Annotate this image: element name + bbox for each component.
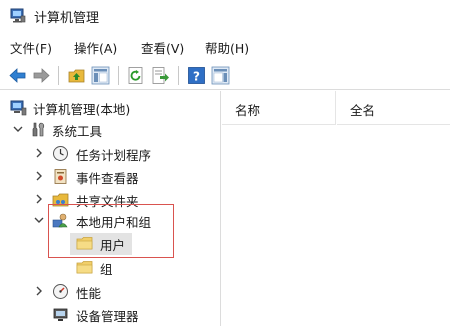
- chevron-right-icon[interactable]: [33, 285, 45, 297]
- help-icon[interactable]: ?: [187, 66, 206, 85]
- highlight-annotation: [48, 204, 174, 258]
- tree-item-performance[interactable]: 性能: [0, 281, 221, 303]
- back-icon[interactable]: [8, 66, 27, 85]
- toolbar-separator: [58, 66, 59, 85]
- action-pane-icon[interactable]: [211, 66, 230, 85]
- toolbar: ?: [0, 60, 450, 90]
- chevron-right-icon[interactable]: [33, 147, 45, 159]
- tree-item-system-tools[interactable]: 系统工具: [0, 119, 221, 141]
- computer-management-icon: [10, 8, 26, 23]
- tree-item-label: 任务计划程序: [76, 148, 152, 163]
- tree-item-label: 组: [100, 262, 113, 277]
- chevron-right-icon[interactable]: [33, 193, 45, 205]
- up-folder-icon[interactable]: [67, 66, 86, 85]
- tree-item-label: 系统工具: [52, 124, 103, 139]
- clock-icon: [53, 146, 68, 161]
- device-manager-icon: [53, 308, 68, 321]
- menu-bar: 文件(F) 操作(A) 查看(V) 帮助(H): [0, 33, 450, 59]
- menu-view[interactable]: 查看(V): [141, 38, 184, 57]
- toolbar-separator: [178, 66, 179, 85]
- chevron-down-icon[interactable]: [12, 123, 24, 135]
- tree-item-label: 计算机管理(本地): [33, 102, 131, 117]
- folder-icon: [76, 261, 93, 274]
- toolbar-separator: [118, 66, 119, 85]
- menu-help[interactable]: 帮助(H): [205, 38, 249, 57]
- chevron-down-icon[interactable]: [33, 214, 45, 226]
- title-bar: 计算机管理: [0, 0, 450, 32]
- tree-item-event-viewer[interactable]: 事件查看器: [0, 166, 221, 188]
- list-pane: 名称 全名: [222, 91, 450, 326]
- export-list-icon[interactable]: [151, 66, 170, 85]
- tree-item-computer-management[interactable]: 计算机管理(本地): [0, 97, 221, 119]
- computer-management-icon: [10, 100, 27, 116]
- tree-item-device-manager[interactable]: 设备管理器: [0, 304, 221, 326]
- show-hide-tree-icon[interactable]: [91, 66, 110, 85]
- column-header-full-name[interactable]: 全名: [337, 91, 450, 125]
- column-header-label: 名称: [235, 103, 261, 118]
- window-title: 计算机管理: [34, 11, 100, 26]
- refresh-icon[interactable]: [127, 66, 146, 85]
- tree-item-label: 设备管理器: [76, 309, 139, 324]
- menu-file[interactable]: 文件(F): [10, 38, 52, 57]
- performance-icon: [53, 284, 68, 299]
- tree-item-task-scheduler[interactable]: 任务计划程序: [0, 143, 221, 165]
- tree-item-label: 事件查看器: [76, 171, 139, 186]
- column-header-label: 全名: [350, 103, 376, 118]
- chevron-right-icon[interactable]: [33, 170, 45, 182]
- forward-icon[interactable]: [32, 66, 51, 85]
- system-tools-icon: [32, 122, 45, 137]
- column-header-name[interactable]: 名称: [222, 91, 336, 125]
- svg-text:?: ?: [193, 70, 200, 84]
- tree-item-label: 性能: [76, 286, 102, 301]
- tree-item-groups[interactable]: 组: [70, 257, 132, 279]
- event-viewer-icon: [54, 169, 67, 184]
- menu-action[interactable]: 操作(A): [74, 38, 117, 57]
